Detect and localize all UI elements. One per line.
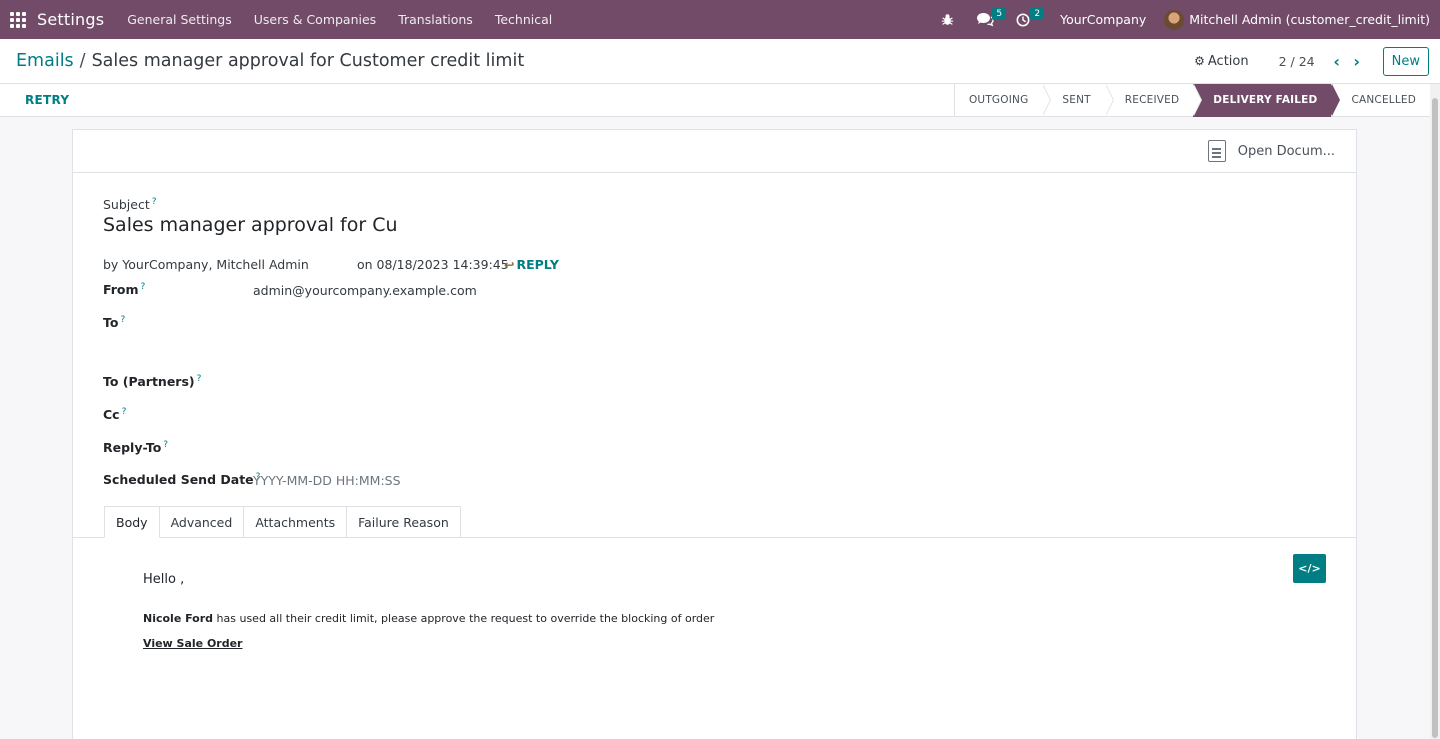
user-menu[interactable]: Mitchell Admin (customer_credit_limit) [1189,12,1430,27]
menu-translations[interactable]: Translations [387,0,484,39]
document-icon [1207,140,1226,162]
menu-users-companies[interactable]: Users & Companies [243,0,387,39]
to-partners-label: To (Partners)? [103,374,202,390]
action-menu-button[interactable]: ⚙ Action [1194,54,1248,69]
button-box: Open Docum... [73,130,1356,173]
help-icon: ? [120,315,126,325]
top-navbar: Settings General Settings Users & Compan… [0,0,1440,39]
pager-next-icon[interactable]: › [1347,52,1367,71]
scheduled-send-date-label: Scheduled Send Date? [103,472,261,488]
control-panel: Emails / Sales manager approval for Cust… [0,39,1440,84]
open-document-label: Open Docum... [1237,143,1335,159]
tab-advanced[interactable]: Advanced [159,506,245,538]
company-switcher[interactable]: YourCompany [1060,12,1146,27]
breadcrumb-separator: / [79,51,86,71]
help-icon: ? [121,407,127,417]
retry-button[interactable]: RETRY [25,93,69,107]
menu-general-settings[interactable]: General Settings [116,0,243,39]
body-greeting: Hello , [143,572,185,587]
debug-bug-icon[interactable] [932,0,962,39]
new-button[interactable]: New [1382,46,1429,76]
pager-previous-icon[interactable]: ‹ [1327,52,1347,71]
customer-name: Nicole Ford [143,612,214,625]
from-field[interactable]: admin@yourcompany.example.com [253,283,477,298]
activities-clock-icon[interactable]: 2 [1008,0,1045,39]
stage-received[interactable]: RECEIVED [1105,83,1202,117]
from-label: From? [103,282,146,298]
reply-to-label: Reply-To? [103,440,169,456]
help-icon: ? [196,374,202,384]
reply-arrow-icon: ↩ [504,257,515,272]
subject-label: Subject? [103,197,157,213]
page-title: Sales manager approval for Customer cred… [91,51,525,71]
breadcrumb-emails[interactable]: Emails [16,51,74,71]
status-stages: OUTGOING SENT RECEIVED DELIVERY FAILED C… [953,83,1430,117]
tab-failure-reason[interactable]: Failure Reason [347,506,461,538]
action-label: Action [1207,53,1249,69]
notebook-tabs: Body Advanced Attachments Failure Reason [104,506,461,538]
stage-cancelled[interactable]: CANCELLED [1331,84,1430,117]
scheduled-send-date-input[interactable]: YYYY-MM-DD HH:MM:SS [253,473,401,488]
stage-outgoing[interactable]: OUTGOING [955,83,1052,117]
scrollbar[interactable] [1430,84,1440,739]
gear-icon: ⚙ [1194,54,1205,68]
scrollbar-thumb[interactable] [1432,98,1438,738]
stage-delivery-failed[interactable]: DELIVERY FAILED [1193,83,1341,117]
open-document-button[interactable]: Open Docum... [1207,140,1335,162]
code-view-button[interactable]: </> [1293,554,1326,583]
help-icon: ? [140,282,146,292]
messages-icon[interactable]: 5 [970,0,1007,39]
body-message: Nicole Ford has used all their credit li… [143,612,714,625]
help-icon: ? [151,197,157,207]
status-bar: RETRY OUTGOING SENT RECEIVED DELIVERY FA… [0,83,1430,117]
tab-body[interactable]: Body [104,506,160,538]
body-message-text: has used all their credit limit, please … [213,612,715,625]
form-sheet: Open Docum... Subject? Sales manager app… [72,129,1357,739]
app-brand[interactable]: Settings [37,10,104,29]
stage-delivery-failed-label: DELIVERY FAILED [1213,94,1318,106]
breadcrumb: Emails / Sales manager approval for Cust… [16,51,524,71]
messages-count-badge: 5 [992,8,1007,20]
reply-button[interactable]: ↩ REPLY [504,257,559,272]
cc-label: Cc? [103,407,127,423]
pager-value[interactable]: 2 / 24 [1279,54,1315,69]
date-line: on 08/18/2023 14:39:45 [357,257,509,272]
stage-sent[interactable]: SENT [1042,83,1115,117]
to-label: To? [103,315,126,331]
apps-menu-icon[interactable] [0,0,36,39]
user-avatar[interactable] [1164,9,1185,30]
help-icon: ? [163,440,169,450]
view-sale-order-link[interactable]: View Sale Order [143,637,242,650]
activities-count-badge: 2 [1030,8,1045,20]
author-line: by YourCompany, Mitchell Admin [103,257,309,272]
menu-technical[interactable]: Technical [484,0,563,39]
reply-label: REPLY [516,257,559,272]
tab-attachments[interactable]: Attachments [244,506,348,538]
subject-input[interactable]: Sales manager approval for Customer cred… [103,214,398,236]
